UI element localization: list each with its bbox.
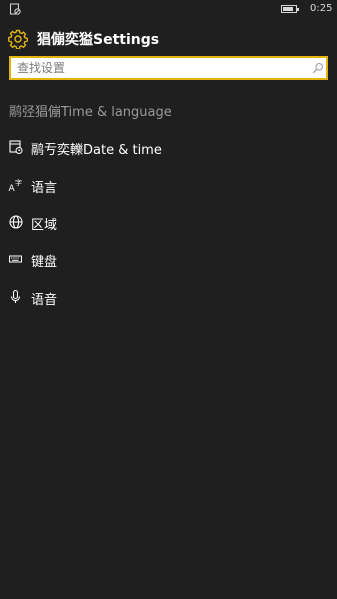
quiet-hours-icon bbox=[10, 3, 21, 15]
page-header: 猖傰奕獈Settings bbox=[0, 26, 337, 52]
gear-icon bbox=[8, 29, 28, 49]
menu-label-language: 语言 bbox=[31, 181, 58, 196]
language-icon: A 字 bbox=[9, 178, 23, 193]
status-bar: 0:25 bbox=[0, 0, 337, 18]
menu-item-region[interactable]: 区域 bbox=[0, 207, 337, 237]
menu-label-date-time: 鹝亐奕轢Date & time bbox=[31, 143, 162, 158]
menu-item-keyboard[interactable]: 键盘 bbox=[0, 244, 337, 274]
search-input[interactable] bbox=[17, 59, 307, 77]
page-title: 猖傰奕獈Settings bbox=[37, 32, 160, 48]
menu-label-region: 区域 bbox=[31, 218, 58, 233]
battery-icon bbox=[281, 5, 299, 13]
menu-item-date-time[interactable]: 鹝亐奕轢Date & time bbox=[0, 132, 337, 162]
date-time-icon bbox=[9, 140, 23, 154]
menu-label-speech: 语音 bbox=[31, 293, 58, 308]
microphone-icon bbox=[10, 289, 21, 303]
search-box[interactable] bbox=[9, 56, 328, 80]
menu-item-language[interactable]: A 字 语言 bbox=[0, 170, 337, 200]
keyboard-icon bbox=[9, 255, 22, 263]
search-icon[interactable] bbox=[312, 62, 324, 74]
status-time: 0:25 bbox=[310, 3, 333, 14]
menu-label-keyboard: 键盘 bbox=[31, 255, 58, 270]
menu-item-speech[interactable]: 语音 bbox=[0, 282, 337, 312]
globe-icon bbox=[9, 215, 23, 229]
svg-text:字: 字 bbox=[15, 178, 22, 187]
section-title: 鹝弪猖傰Time & language bbox=[9, 105, 172, 120]
